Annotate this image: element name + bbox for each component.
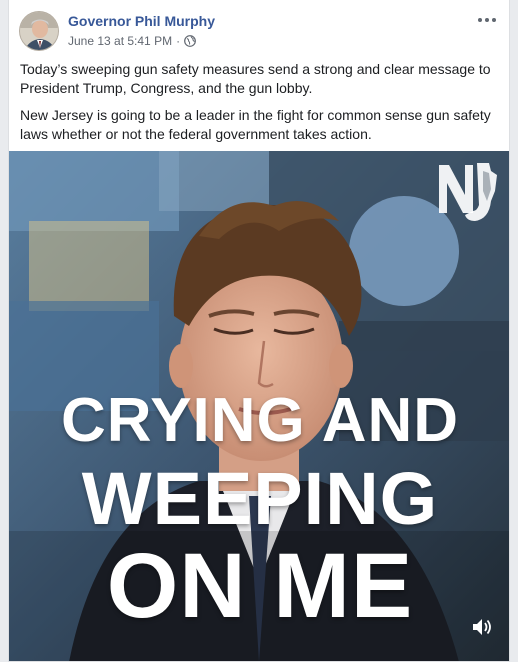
caption-line: CRYING AND — [60, 386, 460, 455]
post-header: Governor Phil Murphy June 13 at 5:41 PM … — [19, 11, 499, 53]
nj-logo — [439, 163, 497, 221]
post-card: Governor Phil Murphy June 13 at 5:41 PM … — [8, 0, 510, 662]
meta-separator: · — [176, 34, 181, 48]
more-options-icon[interactable] — [477, 13, 497, 27]
post-author-name[interactable]: Governor Phil Murphy — [68, 13, 215, 29]
caption-line: ON ME — [106, 535, 414, 637]
post-meta: June 13 at 5:41 PM · — [68, 34, 196, 48]
caption-line: WEEPING — [81, 457, 439, 540]
post-text: Today’s sweeping gun safety measures sen… — [20, 60, 502, 152]
globe-icon[interactable] — [184, 35, 196, 47]
post-timestamp[interactable]: June 13 at 5:41 PM — [68, 34, 172, 48]
speaker-volume-icon[interactable] — [471, 617, 493, 637]
post-paragraph: Today’s sweeping gun safety measures sen… — [20, 61, 491, 96]
video-player[interactable]: CRYING AND WEEPING ON ME — [9, 151, 509, 661]
post-paragraph: New Jersey is going to be a leader in th… — [20, 107, 491, 142]
avatar[interactable] — [19, 11, 59, 51]
